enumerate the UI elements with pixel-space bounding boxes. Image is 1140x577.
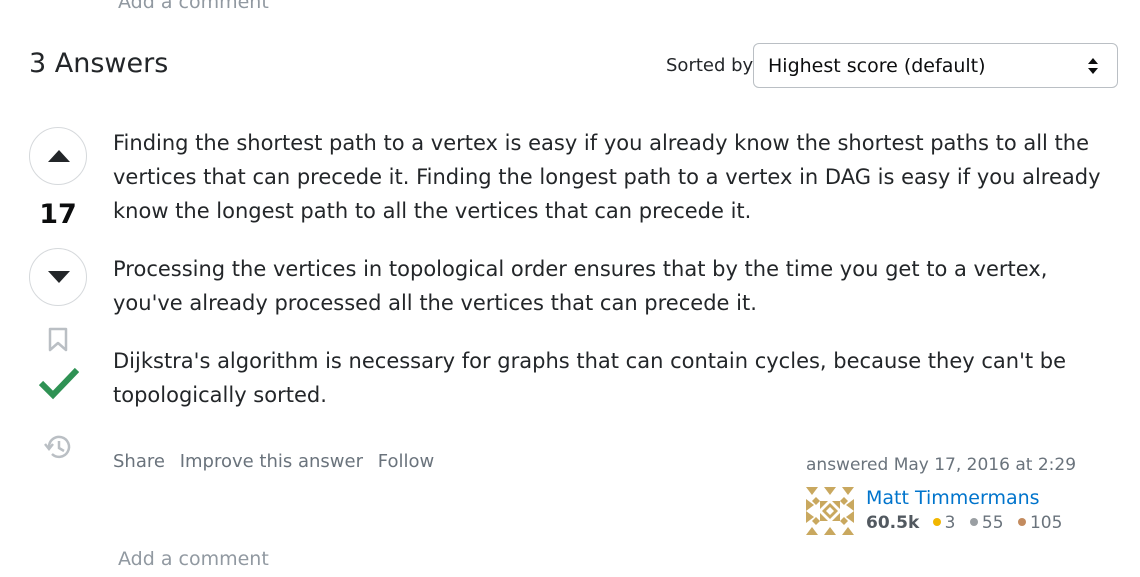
user-flair: 60.5k 3 55 105 xyxy=(866,513,1071,533)
vote-score: 17 xyxy=(39,199,77,230)
silver-badge-count: 55 xyxy=(981,513,1004,533)
accepted-checkmark-icon xyxy=(39,367,79,400)
sort-selected-value: Highest score (default) xyxy=(768,55,986,77)
answer-paragraph: Dijkstra's algorithm is necessary for gr… xyxy=(113,349,1067,407)
bronze-badges: 105 xyxy=(1017,513,1063,533)
sort-label: Sorted by: xyxy=(666,55,758,76)
silver-badge-icon xyxy=(969,518,978,526)
arrow-down-icon xyxy=(48,271,70,283)
avatar[interactable] xyxy=(806,487,854,535)
bronze-badge-icon xyxy=(1017,518,1026,526)
gold-badge-count: 3 xyxy=(944,513,956,533)
timestamp[interactable]: May 17, 2016 at 2:29 xyxy=(894,455,1076,475)
silver-badges: 55 xyxy=(969,513,1004,533)
add-comment-link-top[interactable]: Add a comment xyxy=(118,0,269,13)
reputation-score: 60.5k xyxy=(866,513,920,533)
answers-count-heading: 3 Answers xyxy=(29,48,169,79)
sort-select[interactable]: Highest score (default) xyxy=(753,43,1118,88)
answers-page: Add a comment 3 Answers Sorted by: Highe… xyxy=(0,0,1140,577)
bookmark-icon[interactable] xyxy=(47,327,69,353)
select-arrows-icon xyxy=(1088,58,1098,74)
bronze-badge-count: 105 xyxy=(1029,513,1063,533)
add-comment-link[interactable]: Add a comment xyxy=(118,548,269,570)
gold-badge-icon xyxy=(932,518,941,526)
answer-paragraph: Finding the shortest path to a vertex is… xyxy=(113,131,1101,223)
post-menu: Share Improve this answer Follow xyxy=(113,451,443,472)
follow-link[interactable]: Follow xyxy=(378,451,434,472)
downvote-button[interactable] xyxy=(29,248,87,306)
upvote-button[interactable] xyxy=(29,127,87,185)
improve-answer-link[interactable]: Improve this answer xyxy=(180,451,363,472)
arrow-up-icon xyxy=(48,150,70,162)
user-card: answered May 17, 2016 at 2:29 Matt Timme… xyxy=(806,455,1106,535)
answer-paragraph: Processing the vertices in topological o… xyxy=(113,257,1048,315)
answered-timestamp: answered May 17, 2016 at 2:29 xyxy=(806,455,1106,475)
share-link[interactable]: Share xyxy=(113,451,165,472)
action-label: answered xyxy=(806,455,889,475)
gold-badges: 3 xyxy=(932,513,956,533)
history-icon[interactable] xyxy=(43,432,73,462)
answer-body: Finding the shortest path to a vertex is… xyxy=(113,126,1113,436)
user-name-link[interactable]: Matt Timmermans xyxy=(866,487,1040,509)
